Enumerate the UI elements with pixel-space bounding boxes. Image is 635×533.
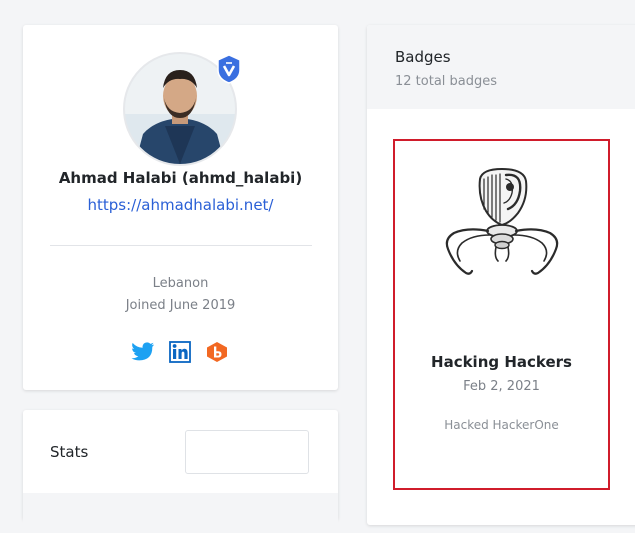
badges-count: 12 total badges [395, 74, 498, 89]
stats-period-select[interactable] [185, 430, 309, 474]
spider-badge-icon [440, 165, 566, 283]
stats-content-area [23, 493, 338, 533]
verified-badge-icon [215, 54, 243, 84]
profile-card: Ahmad Halabi (ahmd_halabi) https://ahmad… [23, 25, 338, 390]
stats-card: Stats [23, 410, 338, 533]
badges-header: Badges 12 total badges [367, 25, 635, 109]
avatar-container [123, 52, 241, 166]
twitter-icon[interactable] [131, 341, 155, 363]
divider [50, 245, 312, 246]
bugcrowd-icon[interactable] [205, 341, 229, 363]
linkedin-icon[interactable] [168, 341, 192, 363]
badge-description: Hacked HackerOne [444, 418, 559, 432]
badges-title: Badges [395, 48, 451, 66]
stats-title: Stats [50, 443, 89, 461]
social-links [131, 341, 229, 363]
badge-card[interactable]: Hacking Hackers Feb 2, 2021 Hacked Hacke… [393, 139, 610, 490]
badge-date: Feb 2, 2021 [463, 379, 540, 394]
badge-title: Hacking Hackers [431, 353, 572, 371]
profile-name: Ahmad Halabi (ahmd_halabi) [58, 169, 303, 187]
profile-joined-date: Joined June 2019 [125, 298, 236, 313]
profile-website-link[interactable]: https://ahmadhalabi.net/ [23, 196, 338, 214]
profile-location: Lebanon [152, 276, 209, 291]
